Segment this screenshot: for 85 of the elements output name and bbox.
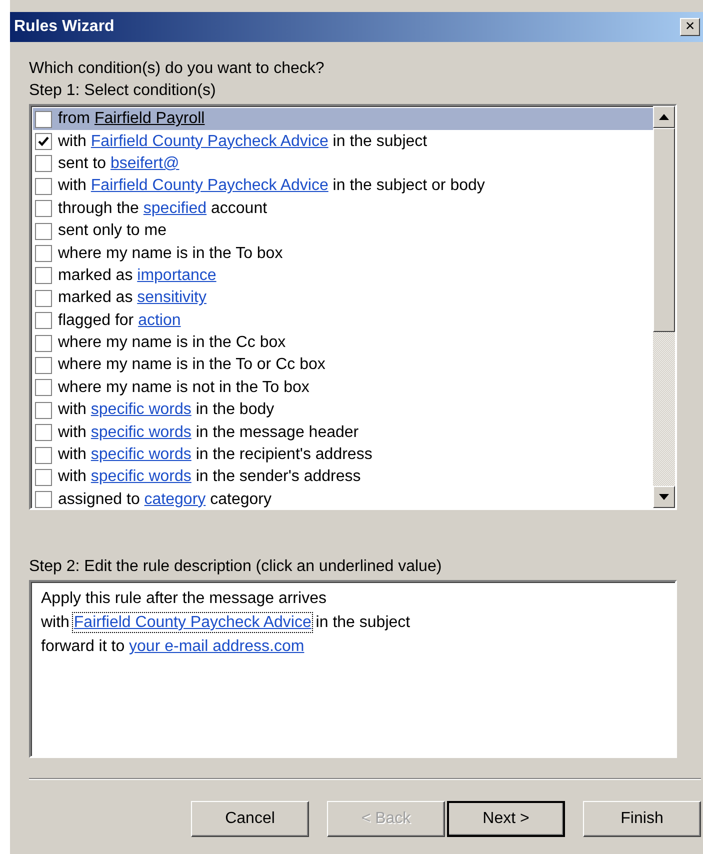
checkbox[interactable]	[35, 110, 52, 128]
checkbox[interactable]	[35, 468, 52, 486]
checkbox[interactable]	[35, 424, 52, 442]
condition-text: where my name is in the To or Cc box	[58, 356, 326, 374]
condition-text: assigned to category category	[58, 490, 272, 508]
link[interactable]: specific words	[90, 446, 192, 464]
condition-row[interactable]: where my name is in the To or Cc box	[33, 354, 653, 377]
scroll-down-button[interactable]	[653, 486, 675, 508]
checkbox[interactable]	[35, 491, 52, 508]
condition-row[interactable]: sent to bseifert@	[33, 152, 653, 176]
condition-row[interactable]: with specific words in the recipient's address	[33, 444, 653, 466]
condition-row[interactable]: through the specified account	[33, 198, 653, 220]
step-label: Step 2: Edit the rule description (click an underlined value)	[29, 558, 443, 576]
condition-row[interactable]: where my name is in the To box	[33, 242, 653, 265]
checkbox[interactable]	[35, 155, 52, 172]
condition-text: marked as importance	[58, 266, 216, 285]
condition-text: where my name is in the Cc box	[58, 334, 286, 352]
link[interactable]: specific words	[90, 401, 192, 418]
condition-text: sent to bseifert@	[58, 154, 180, 173]
checkbox[interactable]	[35, 402, 52, 419]
link[interactable]: bseifert@	[110, 154, 180, 172]
question-label: Which condition(s) do you want to check?	[29, 60, 326, 78]
link[interactable]: action	[138, 312, 181, 329]
condition-text: through the specified account	[58, 200, 268, 218]
condition-text: with specific words in the body	[58, 401, 274, 420]
condition-text: where my name is in the To box	[58, 244, 283, 263]
condition-text: with specific words in the message header	[58, 424, 359, 442]
down-arrow-icon	[659, 494, 669, 500]
wizard-button[interactable]: Cancel	[191, 801, 309, 837]
checkbox[interactable]	[35, 267, 52, 284]
up-arrow-icon	[659, 114, 669, 120]
condition-row[interactable]: with Fairfield County Paycheck Advice in the subject	[33, 130, 653, 153]
checkbox[interactable]	[35, 133, 52, 150]
condition-text: with specific words in the sender's address	[58, 468, 361, 486]
checkbox[interactable]	[35, 334, 52, 352]
description-line: with Fairfield County Paycheck Advice in the subject	[41, 613, 412, 633]
wizard-button[interactable]: Next >	[447, 801, 565, 837]
condition-row[interactable]: with specific words in the sender's address	[33, 466, 653, 489]
link[interactable]: Fairfield County Paycheck Advice	[90, 177, 328, 194]
condition-row[interactable]: assigned to category category	[33, 488, 653, 508]
condition-text: where my name is not in the To box	[58, 378, 310, 397]
condition-text: with Fairfield County Paycheck Advice in the subject	[58, 132, 428, 151]
condition-text: from Fairfield Payroll	[58, 110, 205, 128]
checkbox[interactable]	[35, 290, 52, 307]
link[interactable]: Fairfield Payroll	[94, 110, 205, 128]
description-line: forward it to your e-mail address.com	[41, 637, 306, 657]
condition-text: with Fairfield County Paycheck Advice in the subject or body	[58, 177, 485, 196]
condition-row[interactable]: marked as sensitivity	[33, 287, 653, 310]
condition-row[interactable]: marked as importance	[33, 264, 653, 288]
link[interactable]: your e-mail address.com	[129, 638, 304, 655]
condition-row[interactable]: with specific words in the message header	[33, 421, 653, 444]
condition-row[interactable]: with specific words in the body	[33, 399, 653, 422]
link[interactable]: category	[144, 490, 206, 508]
checkbox[interactable]	[35, 222, 52, 240]
link[interactable]: importance	[137, 266, 216, 284]
condition-row[interactable]: where my name is not in the To box	[33, 376, 653, 400]
condition-row[interactable]: from Fairfield Payroll	[33, 108, 653, 130]
checkbox[interactable]	[35, 356, 52, 374]
link[interactable]: specified	[143, 200, 207, 217]
link[interactable]: sensitivity	[137, 289, 206, 306]
checkbox[interactable]	[35, 312, 52, 330]
checkbox[interactable]	[35, 379, 52, 396]
checkbox[interactable]	[35, 446, 52, 464]
condition-text: with specific words in the recipient's address	[58, 446, 372, 464]
checkbox[interactable]	[35, 178, 52, 195]
link[interactable]: specific words	[90, 424, 192, 441]
link[interactable]: specific words	[90, 468, 192, 486]
scroll-thumb[interactable]	[653, 128, 675, 332]
checkbox[interactable]	[35, 200, 52, 218]
scroll-up-button[interactable]	[653, 106, 675, 128]
condition-text: marked as sensitivity	[58, 289, 206, 308]
condition-row[interactable]: where my name is in the Cc box	[33, 332, 653, 354]
close-button[interactable]: ×	[680, 18, 700, 36]
window-title: Rules Wizard	[14, 18, 114, 36]
wizard-button[interactable]: Finish	[583, 801, 701, 837]
condition-row[interactable]: flagged for action	[33, 310, 653, 332]
link[interactable]: Fairfield County Paycheck Advice	[90, 132, 328, 150]
condition-row[interactable]: sent only to me	[33, 220, 653, 242]
condition-text: sent only to me	[58, 222, 166, 240]
condition-row[interactable]: with Fairfield County Paycheck Advice in the subject or body	[33, 175, 653, 198]
condition-text: flagged for action	[58, 312, 181, 330]
step-label: Step 1: Select condition(s)	[29, 82, 217, 100]
link[interactable]: Fairfield County Paycheck Advice	[74, 614, 312, 631]
description-line: Apply this rule after the message arrives	[41, 589, 328, 609]
checkbox[interactable]	[35, 245, 52, 262]
